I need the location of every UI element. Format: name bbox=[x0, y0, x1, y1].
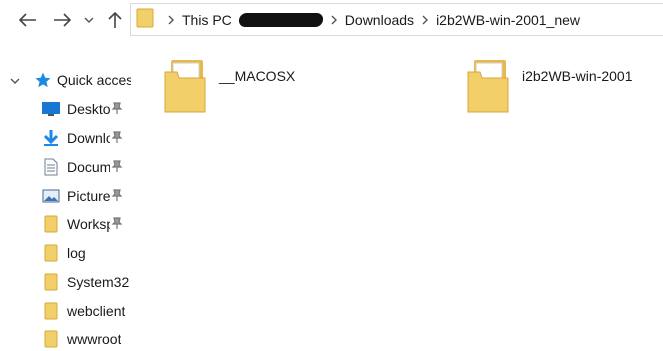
sidebar-item-label: System32 bbox=[67, 274, 130, 290]
star-icon bbox=[33, 71, 53, 89]
sidebar-item-documents[interactable]: Documents bbox=[0, 155, 131, 179]
folder-icon bbox=[41, 330, 61, 348]
sidebar-item-pictures[interactable]: Pictures bbox=[0, 184, 131, 208]
sidebar-item-label: log bbox=[67, 245, 86, 261]
sidebar-item-quick-access[interactable]: Quick access bbox=[0, 68, 131, 92]
sidebar-item-log[interactable]: log bbox=[0, 241, 131, 265]
pin-icon[interactable] bbox=[110, 101, 126, 117]
sidebar-item-system32[interactable]: System32 bbox=[0, 270, 131, 294]
sidebar-item-desktop[interactable]: Desktop bbox=[0, 97, 131, 121]
desktop-icon bbox=[41, 100, 61, 118]
file-name: __MACOSX bbox=[219, 68, 296, 84]
sidebar-item-webclient[interactable]: webclient bbox=[0, 299, 131, 323]
address-bar[interactable]: This PC Downloads i2b2WB-win-2001_new bbox=[130, 3, 663, 36]
redaction-mark bbox=[238, 12, 324, 27]
document-icon bbox=[41, 158, 61, 176]
chevron-down-icon[interactable] bbox=[9, 74, 21, 86]
sidebar-item-wwwroot[interactable]: wwwroot bbox=[0, 327, 131, 351]
folder-icon bbox=[136, 7, 154, 32]
sidebar-item-workspace[interactable]: Workspace bbox=[0, 212, 131, 236]
breadcrumb-current-folder[interactable]: i2b2WB-win-2001_new bbox=[436, 12, 580, 28]
pin-icon[interactable] bbox=[110, 130, 126, 146]
file-item-macosx[interactable]: __MACOSX bbox=[163, 58, 295, 118]
sidebar-item-label: Pictures bbox=[67, 188, 110, 204]
breadcrumb-downloads[interactable]: Downloads bbox=[345, 12, 414, 28]
folder-icon bbox=[41, 273, 61, 291]
sidebar-item-downloads[interactable]: Downloads bbox=[0, 126, 131, 150]
chevron-right-icon[interactable] bbox=[422, 15, 429, 25]
pin-icon[interactable] bbox=[110, 216, 126, 232]
navigation-bar: This PC Downloads i2b2WB-win-2001_new bbox=[0, 0, 663, 40]
folder-icon bbox=[466, 58, 510, 116]
pin-icon[interactable] bbox=[110, 188, 126, 204]
back-arrow-icon[interactable] bbox=[14, 8, 42, 32]
sidebar-item-label: Downloads bbox=[67, 130, 110, 146]
download-arrow-icon bbox=[41, 129, 61, 147]
navigation-pane: Quick access Desktop Downloads Documents bbox=[0, 40, 131, 349]
forward-arrow-icon[interactable] bbox=[48, 8, 76, 32]
sidebar-item-label: Desktop bbox=[67, 101, 110, 117]
chevron-right-icon[interactable] bbox=[168, 15, 174, 25]
pin-icon[interactable] bbox=[110, 159, 126, 175]
sidebar-item-label: Documents bbox=[67, 159, 110, 175]
folder-icon bbox=[163, 58, 207, 116]
chevron-right-icon[interactable] bbox=[331, 15, 337, 25]
folder-icon bbox=[41, 302, 61, 320]
sidebar-item-label: Quick access bbox=[57, 72, 131, 88]
file-name: i2b2WB-win-2001 bbox=[522, 68, 633, 84]
folder-icon bbox=[41, 244, 61, 262]
sidebar-item-label: Workspace bbox=[67, 216, 110, 232]
file-item-i2b2wb-win-2001[interactable]: i2b2WB-win-2001 bbox=[466, 58, 633, 118]
file-list: __MACOSX i2b2WB-win-2001 bbox=[131, 40, 663, 349]
up-arrow-icon[interactable] bbox=[102, 8, 128, 32]
recent-locations-chevron-icon[interactable] bbox=[82, 8, 96, 32]
sidebar-item-label: webclient bbox=[67, 303, 126, 319]
sidebar-item-label: wwwroot bbox=[67, 331, 122, 347]
pictures-icon bbox=[41, 187, 61, 205]
folder-icon bbox=[41, 215, 61, 233]
breadcrumb-this-pc[interactable]: This PC bbox=[182, 12, 232, 28]
